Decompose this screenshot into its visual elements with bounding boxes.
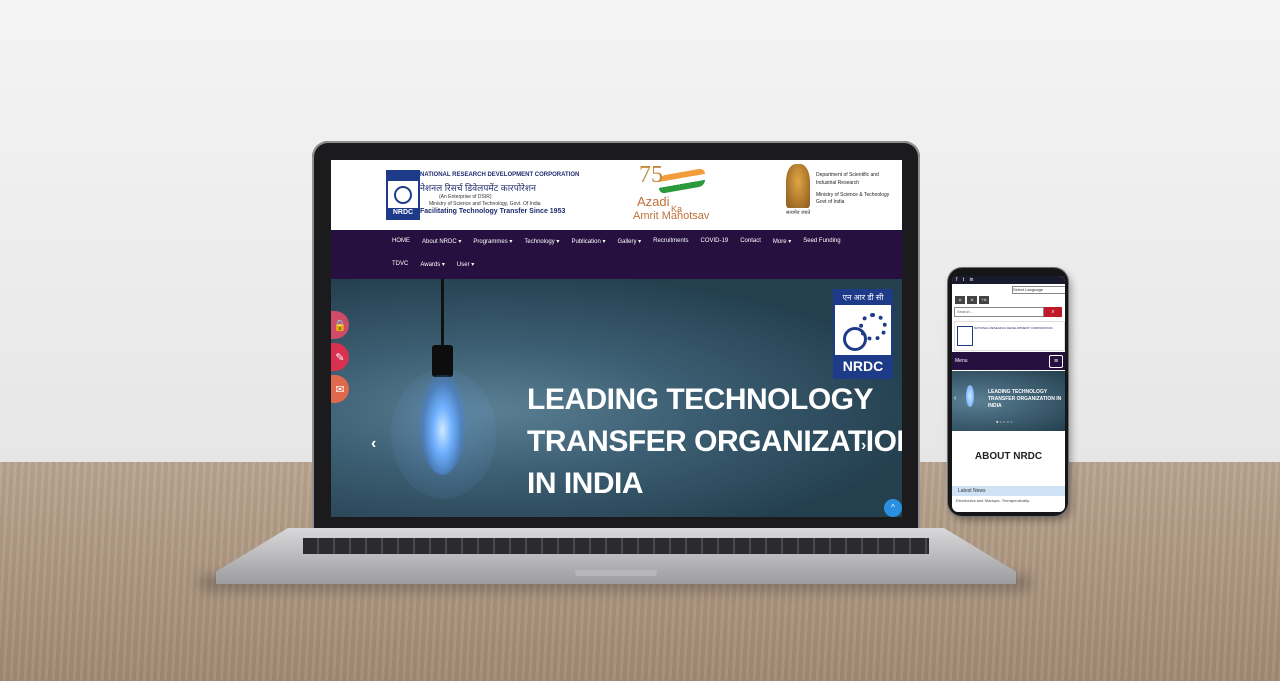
laptop-screen: NRDC NATIONAL RESEARCH DEVELOPMENT CORPO… (331, 160, 902, 517)
phone-screen: f t in Select Language A A +A Search... … (952, 276, 1065, 512)
nav-programmes[interactable]: Programmes ▾ (467, 238, 518, 245)
font-increase-button[interactable]: +A (979, 296, 989, 304)
phone-slider-dots[interactable]: ● ○ ○ ○ ○ (996, 419, 1013, 424)
emblem-caption: सत्यमेव जयते (786, 210, 811, 216)
nav-publication[interactable]: Publication ▾ (565, 238, 611, 245)
main-nav: HOME About NRDC ▾ Programmes ▾ Technolog… (331, 230, 902, 279)
phone-hero: ‹ LEADING TECHNOLOGY TRANSFER ORGANIZATI… (952, 371, 1065, 431)
nav-about[interactable]: About NRDC ▾ (416, 238, 467, 245)
bulb-socket (432, 345, 453, 377)
site-header: NRDC NATIONAL RESEARCH DEVELOPMENT CORPO… (331, 160, 902, 230)
phone-menu-bar: Menu ≡ (952, 352, 1065, 370)
hero-headline-3: IN INDIA (527, 467, 644, 500)
phone-search-input[interactable]: Search... (954, 307, 1044, 317)
phone-search-button[interactable]: ⌕ (1044, 307, 1062, 317)
phone-bulb-image (966, 385, 974, 407)
enterprise-label: (An Enterprise of DSIR) (439, 194, 492, 200)
dept-line-1: Department of Scientific and (816, 172, 879, 178)
nav-awards[interactable]: Awards ▾ (414, 261, 451, 268)
dept-line-3: Ministry of Science & Technology (816, 192, 890, 198)
phone-news-header: Latest News (952, 486, 1065, 496)
nav-user[interactable]: User ▾ (451, 261, 480, 268)
font-size-controls: A A +A (955, 296, 995, 304)
scroll-top-button[interactable]: ^ (884, 499, 902, 517)
language-select[interactable]: Select Language (1012, 286, 1065, 294)
font-reset-button[interactable]: A (967, 296, 977, 304)
nav-seed-funding[interactable]: Seed Funding (797, 238, 846, 245)
phone-about-heading: ABOUT NRDC (974, 451, 1043, 462)
nav-more[interactable]: More ▾ (767, 238, 797, 245)
bulb-cord (441, 279, 444, 349)
dept-line-2: Industrial Research (816, 180, 860, 186)
azadi-ka-amrit-mahotsav-logo: 75 Azadi Ka Amrit Mahotsav (633, 162, 710, 222)
nav-contact[interactable]: Contact (734, 238, 767, 245)
phone-menu-label: Menu (955, 358, 968, 364)
hero-slider: 🔒 ✎ ✉ ‹ › एन आर डी सी NRDC LEADING TECHN… (331, 279, 902, 517)
phone-hero-text: LEADING TECHNOLOGY TRANSFER ORGANIZATION… (988, 389, 1062, 409)
nav-home[interactable]: HOME (392, 238, 416, 245)
nav-tdvc[interactable]: TDVC (392, 261, 414, 268)
hero-headline-2: TRANSFER ORGANIZATION (527, 425, 902, 458)
org-tagline: Facilitating Technology Transfer Since 1… (420, 208, 566, 215)
phone-slider-prev-icon[interactable]: ‹ (954, 395, 956, 402)
linkedin-icon[interactable]: in (970, 277, 974, 283)
ministry-label: Ministry of Science and Technology, Govt… (429, 201, 541, 207)
nav-row-2: TDVC Awards ▾ User ▾ (392, 261, 480, 268)
hero-nrdc-logo: एन आर डी सी NRDC (833, 289, 893, 379)
phone-news-item[interactable]: Electronics and Startups- Therapeuticall… (956, 498, 1030, 503)
facebook-icon[interactable]: f (956, 277, 957, 283)
phone-social-bar: f t in (952, 276, 1065, 284)
hamburger-icon[interactable]: ≡ (1049, 355, 1063, 368)
lock-icon[interactable]: 🔒 (331, 311, 349, 339)
nrdc-logo[interactable]: NRDC (386, 170, 420, 220)
light-bulb-image (420, 375, 465, 475)
nav-gallery[interactable]: Gallery ▾ (611, 238, 647, 245)
phone-header-logo: NATIONAL RESEARCH DEVELOPMENT CORPORATIO… (954, 321, 1065, 351)
nav-recruitments[interactable]: Recruitments (647, 238, 694, 245)
edit-icon[interactable]: ✎ (331, 343, 349, 371)
nav-technology[interactable]: Technology ▾ (518, 238, 565, 245)
font-decrease-button[interactable]: A (955, 296, 965, 304)
nav-covid[interactable]: COVID-19 (695, 238, 735, 245)
laptop-trackpad-edge (575, 570, 657, 576)
dept-line-4: Govt of India (816, 199, 845, 205)
nav-row-1: HOME About NRDC ▾ Programmes ▾ Technolog… (392, 238, 847, 245)
org-name: NATIONAL RESEARCH DEVELOPMENT CORPORATIO… (420, 172, 580, 178)
hero-headline-1: LEADING TECHNOLOGY (527, 383, 874, 416)
twitter-icon[interactable]: t (963, 277, 964, 283)
laptop-keyboard (303, 538, 929, 554)
mail-icon[interactable]: ✉ (331, 375, 349, 403)
slider-prev-icon[interactable]: ‹ (371, 435, 376, 453)
national-emblem-icon (786, 164, 810, 208)
org-name-hindi: नेशनल रिसर्च डिवेलपमेंट कारपोरेशन (420, 183, 536, 193)
